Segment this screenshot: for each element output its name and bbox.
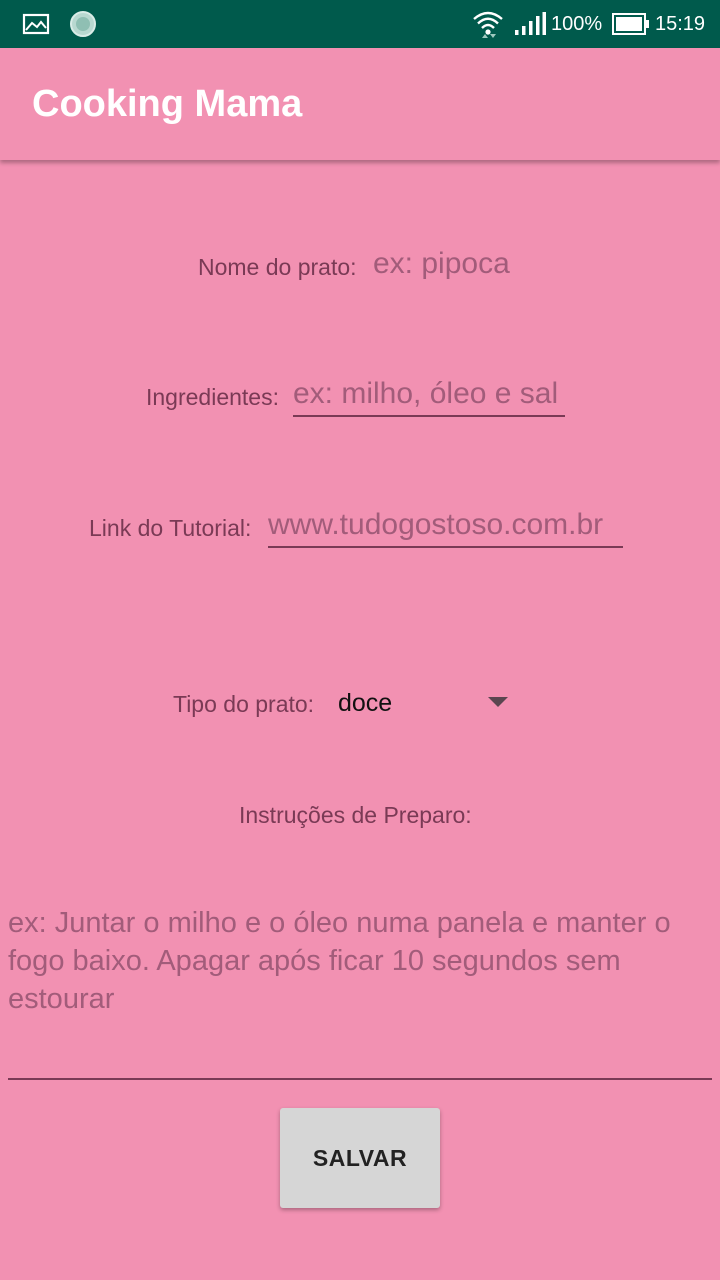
- image-icon: [22, 0, 50, 48]
- tutorial-link-input[interactable]: www.tudogostoso.com.br: [268, 508, 623, 548]
- tutorial-link-label: Link do Tutorial:: [89, 515, 252, 541]
- wifi-icon: [472, 0, 504, 48]
- sync-icon: [68, 0, 98, 48]
- battery-icon: [612, 0, 650, 48]
- save-button[interactable]: SALVAR: [280, 1108, 440, 1208]
- signal-icon: [514, 0, 546, 48]
- dish-name-input[interactable]: ex: pipoca: [373, 247, 510, 285]
- app-title: Cooking Mama: [32, 83, 303, 125]
- status-bar: 100% 15:19: [0, 0, 720, 48]
- app-bar: Cooking Mama: [0, 48, 720, 160]
- clock: 15:19: [655, 13, 706, 35]
- dish-type-selected: doce: [338, 689, 393, 717]
- ingredients-label: Ingredientes:: [146, 384, 279, 410]
- dropdown-arrow-icon: [488, 697, 508, 707]
- battery-percent: 100%: [551, 13, 603, 35]
- dish-name-label: Nome do prato:: [198, 254, 357, 280]
- dish-type-label: Tipo do prato:: [173, 691, 315, 717]
- instructions-label: Instruções de Preparo:: [239, 802, 472, 828]
- instructions-input[interactable]: ex: Juntar o milho e o óleo numa panela …: [8, 904, 712, 1080]
- ingredients-input[interactable]: ex: milho, óleo e sal: [293, 377, 565, 417]
